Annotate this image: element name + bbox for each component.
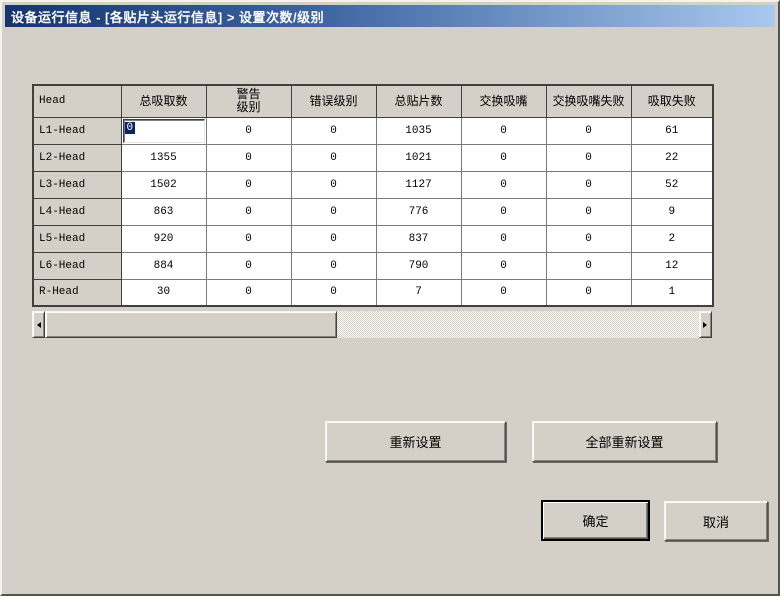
- row-header: R-Head: [32, 278, 122, 307]
- table-row: L6-Head 884 0 0 790 0 0 12: [32, 251, 714, 280]
- table-cell[interactable]: 0: [545, 224, 632, 253]
- table-cell[interactable]: 0: [205, 170, 292, 199]
- table-cell[interactable]: 0: [545, 278, 632, 307]
- table-cell[interactable]: 7: [375, 278, 462, 307]
- table-cell[interactable]: 0: [290, 278, 377, 307]
- scroll-right-button[interactable]: [699, 311, 712, 338]
- table-cell[interactable]: 1021: [375, 143, 462, 172]
- table-cell[interactable]: 0: [290, 224, 377, 253]
- table-cell[interactable]: 0: [460, 170, 547, 199]
- table-cell[interactable]: 0: [460, 197, 547, 226]
- cancel-button[interactable]: 取消: [664, 501, 768, 541]
- table-row: R-Head 30 0 0 7 0 0 1: [32, 278, 714, 307]
- table-row: L3-Head 1502 0 0 1127 0 0 52: [32, 170, 714, 199]
- table-cell[interactable]: 0: [290, 116, 377, 145]
- table-cell[interactable]: 0: [205, 251, 292, 280]
- title-bar[interactable]: 设备运行信息 - [各贴片头运行信息] > 设置次数/级别: [5, 5, 775, 27]
- table-cell[interactable]: 837: [375, 224, 462, 253]
- column-header: 交换吸嘴失败: [545, 84, 632, 118]
- scrollbar-thumb[interactable]: [45, 311, 337, 338]
- table-row: L4-Head 863 0 0 776 0 0 9: [32, 197, 714, 226]
- column-header: 吸取失败: [630, 84, 714, 118]
- horizontal-scrollbar[interactable]: [32, 311, 712, 338]
- table-cell[interactable]: 0: [290, 170, 377, 199]
- table-cell[interactable]: 0: [290, 197, 377, 226]
- reset-all-button[interactable]: 全部重新设置: [532, 421, 717, 462]
- table-cell[interactable]: 30: [120, 278, 207, 307]
- row-header: L2-Head: [32, 143, 122, 172]
- table-cell[interactable]: 22: [630, 143, 714, 172]
- table-cell[interactable]: 1355: [120, 143, 207, 172]
- table-row: L2-Head 1355 0 0 1021 0 0 22: [32, 143, 714, 172]
- column-header: 交换吸嘴: [460, 84, 547, 118]
- table-cell[interactable]: 920: [120, 224, 207, 253]
- table-cell[interactable]: 0: [460, 278, 547, 307]
- column-header: Head: [32, 84, 122, 118]
- column-header: 总吸取数: [120, 84, 207, 118]
- scroll-right-arrow-icon: [703, 321, 710, 328]
- table-cell[interactable]: 0: [205, 143, 292, 172]
- table-cell[interactable]: 0: [460, 116, 547, 145]
- table-cell[interactable]: 0: [290, 251, 377, 280]
- ok-button[interactable]: 确定: [541, 500, 650, 541]
- table-cell[interactable]: 0: [545, 143, 632, 172]
- table-cell[interactable]: 0: [205, 116, 292, 145]
- table-cell[interactable]: 790: [375, 251, 462, 280]
- table-cell[interactable]: 12: [630, 251, 714, 280]
- column-header: 总贴片数: [375, 84, 462, 118]
- table-cell[interactable]: 9: [630, 197, 714, 226]
- table-cell[interactable]: 0: [205, 197, 292, 226]
- table-cell[interactable]: 1502: [120, 170, 207, 199]
- row-header: L4-Head: [32, 197, 122, 226]
- table-cell[interactable]: 0: [545, 170, 632, 199]
- table-cell[interactable]: 0: [460, 143, 547, 172]
- table-cell[interactable]: 1: [630, 278, 714, 307]
- table-cell[interactable]: 776: [375, 197, 462, 226]
- table-cell[interactable]: 0: [290, 143, 377, 172]
- reset-button[interactable]: 重新设置: [325, 421, 506, 462]
- table-cell[interactable]: 0: [460, 251, 547, 280]
- header-row: Head 总吸取数 警告 级别 错误级别 总贴片数 交换吸嘴 交换吸嘴失败 吸取失败: [32, 84, 714, 118]
- scroll-left-arrow-icon: [34, 321, 41, 328]
- table-cell[interactable]: 863: [120, 197, 207, 226]
- table-cell[interactable]: 0: [120, 116, 207, 145]
- row-header: L3-Head: [32, 170, 122, 199]
- table-cell[interactable]: 884: [120, 251, 207, 280]
- table-cell[interactable]: 0: [205, 278, 292, 307]
- window-title: 设备运行信息 - [各贴片头运行信息] > 设置次数/级别: [11, 9, 325, 25]
- row-header: L6-Head: [32, 251, 122, 280]
- head-stats-table: Head 总吸取数 警告 级别 错误级别 总贴片数 交换吸嘴 交换吸嘴失败 吸取失败 L1-H…: [32, 84, 714, 307]
- table-cell[interactable]: 0: [545, 251, 632, 280]
- table-row: L5-Head 920 0 0 837 0 0 2: [32, 224, 714, 253]
- column-header: 错误级别: [290, 84, 377, 118]
- table-cell[interactable]: 0: [460, 224, 547, 253]
- scroll-left-button[interactable]: [32, 311, 45, 338]
- column-header: 警告 级别: [205, 84, 292, 118]
- table-cell[interactable]: 0: [545, 197, 632, 226]
- table-cell[interactable]: 0: [205, 224, 292, 253]
- table-cell[interactable]: 61: [630, 116, 714, 145]
- table-cell[interactable]: 1127: [375, 170, 462, 199]
- table-cell[interactable]: 1035: [375, 116, 462, 145]
- table-row: L1-Head 0 0 0 1035 0 0 61: [32, 116, 714, 145]
- selected-text: 0: [124, 121, 136, 134]
- table-cell[interactable]: 0: [545, 116, 632, 145]
- cell-edit-input[interactable]: 0: [122, 118, 205, 143]
- table-cell[interactable]: 2: [630, 224, 714, 253]
- dialog-window: 设备运行信息 - [各贴片头运行信息] > 设置次数/级别 Head 总吸取数 警告…: [0, 0, 780, 596]
- row-header: L1-Head: [32, 116, 122, 145]
- row-header: L5-Head: [32, 224, 122, 253]
- table-cell[interactable]: 52: [630, 170, 714, 199]
